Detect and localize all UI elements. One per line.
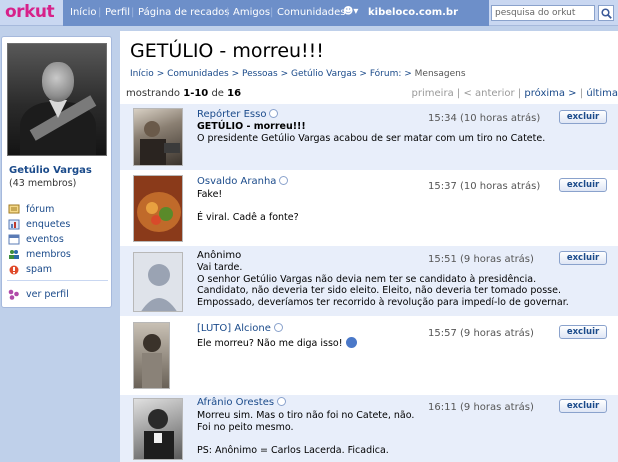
nav-separator: |: [226, 7, 230, 18]
pager-last[interactable]: última: [586, 88, 618, 99]
author-avatar[interactable]: [133, 322, 170, 389]
sidebar-divider: [7, 280, 108, 281]
delete-button[interactable]: excluir: [559, 178, 607, 192]
post-time: 15:37 (10 horas atrás): [428, 181, 541, 192]
post-author[interactable]: Afrânio Orestes: [197, 397, 287, 408]
search-button[interactable]: [598, 5, 614, 21]
forum-icon: [8, 204, 20, 215]
nav-item-inicio[interactable]: Início: [70, 7, 96, 18]
author-avatar[interactable]: [133, 175, 183, 242]
member-count: (43 membros): [9, 178, 77, 189]
forum-topic-panel: GETÚLIO - morreu!!! Início > Comunidades…: [120, 31, 618, 462]
post-author[interactable]: [LUTO] Alcione: [197, 323, 283, 334]
search-input[interactable]: pesquisa do orkut: [491, 5, 595, 21]
post-subject: GETÚLIO - morreu!!!: [197, 121, 306, 132]
nav-item-recados[interactable]: Página de recados: [138, 7, 230, 18]
profile-link-icon[interactable]: [269, 109, 279, 118]
page-title: GETÚLIO - morreu!!!: [130, 40, 324, 62]
crying-emoticon-icon: [345, 337, 357, 348]
post-body: Fake! É viral. Cadê a fonte?: [197, 189, 299, 223]
breadcrumb-item[interactable]: Getúlio Vargas: [291, 69, 357, 79]
post-author: Anônimo: [197, 250, 242, 261]
nav-item-amigos[interactable]: Amigos: [233, 7, 270, 18]
post-author[interactable]: Osvaldo Aranha: [197, 176, 289, 187]
nav-item-perfil[interactable]: Perfil: [105, 7, 130, 18]
pager-first: primeira: [411, 88, 454, 99]
nav-site-link[interactable]: kibeloco.com.br: [368, 7, 458, 18]
breadcrumb-item[interactable]: Início: [130, 69, 154, 79]
author-avatar[interactable]: [133, 252, 183, 312]
nav-separator: |: [98, 7, 102, 18]
members-icon: [8, 249, 20, 260]
pager-prev: < anterior: [463, 88, 515, 99]
breadcrumb-item[interactable]: Pessoas: [242, 69, 278, 79]
spam-icon: [8, 264, 20, 275]
forum-post: [LUTO] Alcione 15:57 (9 horas atrás) exc…: [120, 317, 618, 393]
delete-button[interactable]: excluir: [559, 325, 607, 339]
orkut-logo[interactable]: orkut: [5, 2, 55, 22]
menu-item-membros[interactable]: membros: [8, 247, 71, 262]
forum-post: Afrânio Orestes 16:11 (9 horas atrás) ex…: [120, 394, 618, 462]
profile-link-icon[interactable]: [277, 397, 287, 406]
nav-item-comunidades[interactable]: Comunidades: [277, 7, 345, 18]
menu-item-eventos[interactable]: eventos: [8, 232, 71, 247]
smiley-icon: ☻▾: [343, 6, 359, 17]
pagination-bar: mostrando 1-10 de 16 primeira | < anteri…: [126, 88, 618, 101]
profile-link-icon[interactable]: [273, 323, 283, 332]
delete-button[interactable]: excluir: [559, 399, 607, 413]
breadcrumb-item[interactable]: Comunidades: [167, 69, 229, 79]
profile-icon: [8, 289, 20, 300]
post-author[interactable]: Repórter Esso: [197, 109, 279, 120]
post-body: Ele morreu? Não me diga isso!: [197, 337, 357, 350]
calendar-icon: [8, 234, 20, 245]
delete-button[interactable]: excluir: [559, 110, 607, 124]
menu-item-forum[interactable]: fórum: [8, 202, 71, 217]
profile-link-icon[interactable]: [279, 176, 289, 185]
post-time: 16:11 (9 horas atrás): [428, 402, 534, 413]
poll-icon: [8, 219, 20, 230]
author-avatar[interactable]: [133, 108, 183, 166]
post-body: GETÚLIO - morreu!!! O presidente Getúlio…: [197, 121, 546, 144]
post-body: Vai tarde. O senhor Getúlio Vargas não d…: [197, 262, 569, 308]
community-menu: fórum enquetes eventos membros spam: [8, 202, 71, 277]
author-avatar[interactable]: [133, 398, 183, 460]
community-name[interactable]: Getúlio Vargas: [9, 165, 92, 176]
breadcrumb-current: Mensagens: [414, 69, 466, 79]
menu-item-spam[interactable]: spam: [8, 262, 71, 277]
post-body: Morreu sim. Mas o tiro não foi no Catete…: [197, 410, 415, 456]
menu-item-enquetes[interactable]: enquetes: [8, 217, 71, 232]
view-profile-link[interactable]: ver perfil: [8, 289, 69, 300]
forum-post: Anônimo 15:51 (9 horas atrás) excluir Va…: [120, 245, 618, 316]
breadcrumb-item[interactable]: Fórum:: [370, 69, 402, 79]
pager-next[interactable]: próxima >: [524, 88, 576, 99]
forum-post: Osvaldo Aranha 15:37 (10 horas atrás) ex…: [120, 171, 618, 244]
community-sidebar: Getúlio Vargas (43 membros) fórum enquet…: [1, 36, 112, 308]
community-photo[interactable]: [7, 43, 107, 156]
search-icon: [601, 8, 612, 19]
top-bar: orkut Início | Perfil | Página de recado…: [0, 0, 618, 26]
post-time: 15:57 (9 horas atrás): [428, 328, 534, 339]
showing-count: mostrando 1-10 de 16: [126, 88, 242, 99]
pagination-links: primeira | < anterior | próxima > | últi…: [411, 88, 618, 99]
breadcrumb: Início > Comunidades > Pessoas > Getúlio…: [130, 69, 466, 79]
nav-separator: |: [270, 7, 274, 18]
forum-post: Repórter Esso 15:34 (10 horas atrás) exc…: [120, 103, 618, 170]
nav-separator: |: [131, 7, 135, 18]
